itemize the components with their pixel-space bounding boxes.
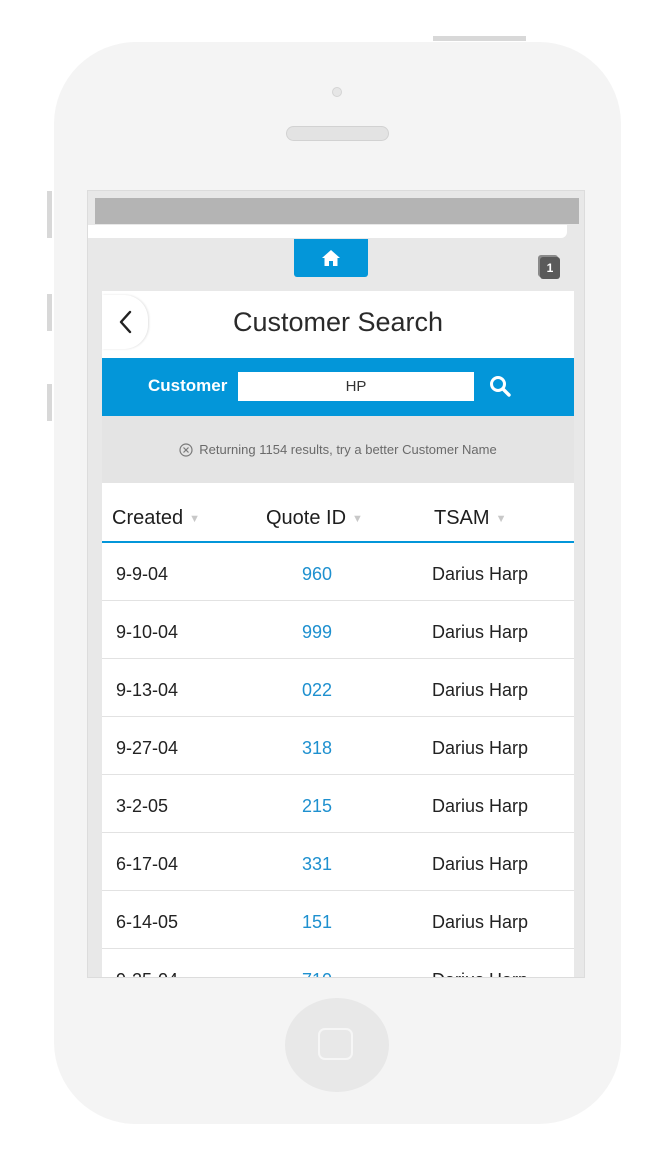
column-label: Quote ID (266, 507, 347, 529)
created-cell: 9-27-04 (116, 738, 179, 758)
quote-id-link[interactable]: 960 (302, 564, 332, 585)
sort-down-icon: ▼ (189, 512, 201, 525)
quote-id-link[interactable]: 318 (302, 738, 332, 759)
table-row[interactable]: 6-14-05 151 Darius Harp (102, 891, 574, 949)
notice-text: Returning 1154 results, try a better Cus… (199, 442, 497, 457)
search-label: Customer (148, 376, 228, 395)
column-header-created[interactable]: Created ▼ (112, 507, 200, 530)
column-header-quote-id[interactable]: Quote ID ▼ (266, 507, 363, 530)
sort-down-icon: ▼ (352, 512, 363, 525)
tsam-cell: Darius Harp (432, 564, 529, 584)
tsam-cell: Darius Harp (432, 970, 528, 977)
sort-down-icon: ▼ (495, 512, 507, 525)
customer-search-panel: Customer Search Customer Returning 1154 … (102, 291, 574, 977)
camera (332, 87, 342, 97)
table-row[interactable]: 9-27-04 318 Darius Harp (102, 717, 574, 775)
table-row[interactable]: 9-25-04 710 Darius Harp (102, 949, 574, 977)
quote-id-link[interactable]: 999 (302, 622, 332, 643)
tsam-cell: Darius Harp (432, 738, 529, 758)
top-strip (88, 225, 567, 238)
table-row[interactable]: 9-9-04 960 Darius Harp (102, 543, 574, 601)
power-button (433, 36, 526, 41)
created-cell: 6-14-05 (116, 912, 179, 932)
search-bar: Customer (102, 358, 574, 416)
results-table: 9-9-04 960 Darius Harp 9-10-04 999 Dariu… (102, 543, 574, 977)
customer-search-input[interactable] (238, 372, 474, 401)
status-bar (95, 198, 579, 224)
home-tab-button[interactable] (294, 239, 368, 277)
tsam-cell: Darius Harp (432, 680, 529, 700)
volume-up-button (47, 294, 52, 331)
column-label: TSAM (434, 507, 490, 529)
quote-id-link[interactable]: 022 (302, 680, 332, 701)
quote-id-link[interactable]: 710 (302, 970, 332, 977)
screen: 1 Customer Search Customer Returning 115… (87, 190, 585, 978)
created-cell: 6-17-04 (116, 854, 179, 874)
notification-badge[interactable]: 1 (540, 257, 560, 279)
table-row[interactable]: 3-2-05 215 Darius Harp (102, 775, 574, 833)
column-header-tsam[interactable]: TSAM ▼ (434, 507, 506, 530)
search-icon[interactable] (488, 374, 512, 398)
quote-id-link[interactable]: 215 (302, 796, 332, 817)
table-row[interactable]: 6-17-04 331 Darius Harp (102, 833, 574, 891)
close-circle-icon[interactable] (179, 442, 193, 457)
created-cell: 9-9-04 (116, 564, 169, 584)
created-cell: 9-13-04 (116, 680, 179, 700)
created-cell: 9-10-04 (116, 622, 179, 642)
speaker (286, 126, 389, 141)
mute-switch (47, 191, 52, 238)
quote-id-link[interactable]: 151 (302, 912, 332, 933)
column-label: Created (112, 507, 184, 529)
home-button-square-icon (318, 1028, 353, 1060)
page-title: Customer Search (232, 307, 444, 337)
quote-id-link[interactable]: 331 (302, 854, 332, 875)
tsam-cell: Darius Harp (432, 796, 529, 816)
results-notice: Returning 1154 results, try a better Cus… (102, 416, 574, 483)
created-cell: 3-2-05 (116, 796, 169, 816)
tsam-cell: Darius Harp (432, 854, 529, 874)
tsam-cell: Darius Harp (432, 622, 529, 642)
tsam-cell: Darius Harp (432, 912, 529, 932)
table-row[interactable]: 9-13-04 022 Darius Harp (102, 659, 574, 717)
created-cell: 9-25-04 (116, 970, 178, 977)
volume-down-button (47, 384, 52, 421)
table-row[interactable]: 9-10-04 999 Darius Harp (102, 601, 574, 659)
home-icon (322, 250, 340, 266)
